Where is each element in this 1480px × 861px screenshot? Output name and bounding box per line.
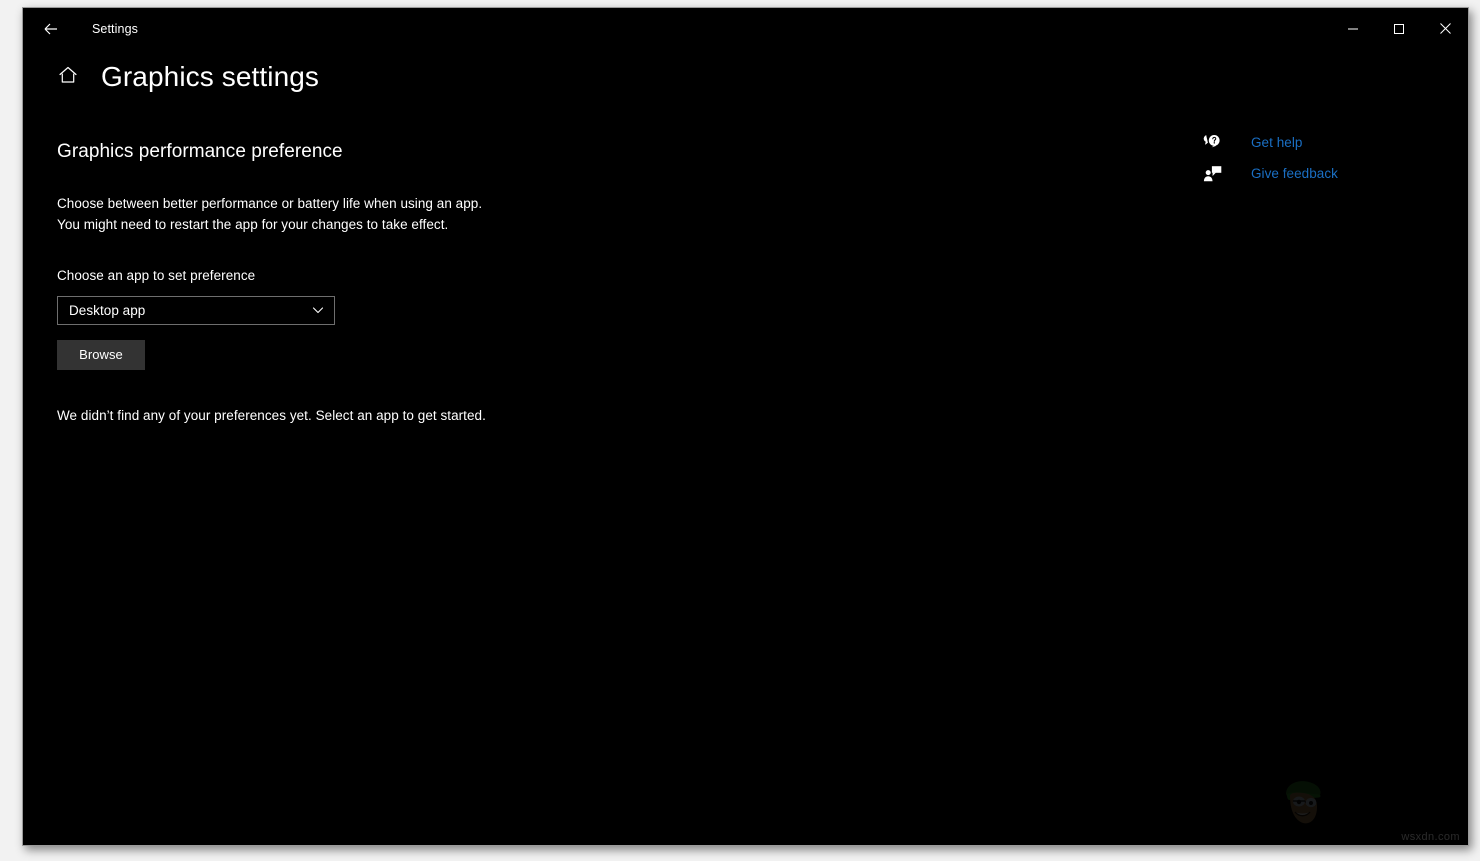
app-select-label: Choose an app to set preference bbox=[57, 267, 256, 283]
section-heading: Graphics performance preference bbox=[57, 141, 343, 162]
page-title: Graphics settings bbox=[101, 61, 320, 92]
title-bar: Settings bbox=[23, 8, 1468, 49]
close-icon bbox=[1439, 22, 1452, 35]
back-button[interactable] bbox=[28, 13, 74, 45]
window-title: Settings bbox=[92, 21, 138, 36]
give-feedback-link[interactable]: Give feedback bbox=[1203, 161, 1433, 186]
maximize-button[interactable] bbox=[1376, 8, 1422, 49]
face-with-green-cap-logo bbox=[1278, 776, 1330, 828]
chevron-down-icon bbox=[311, 303, 325, 317]
minimize-icon bbox=[1347, 23, 1359, 35]
home-icon bbox=[57, 64, 79, 91]
main-content: Graphics performance preference Choose b… bbox=[57, 140, 1037, 423]
description-line-2: You might need to restart the app for yo… bbox=[57, 216, 449, 232]
section-description: Choose between better performance or bat… bbox=[57, 193, 1037, 235]
minimize-button[interactable] bbox=[1330, 8, 1376, 49]
empty-state-message: We didn’t find any of your preferences y… bbox=[57, 407, 486, 423]
get-help-link[interactable]: Get help bbox=[1203, 130, 1433, 155]
settings-window: Settings Graphics settings Graphics perf… bbox=[22, 7, 1469, 846]
back-arrow-icon bbox=[41, 19, 61, 39]
caption-buttons bbox=[1330, 8, 1468, 49]
app-type-dropdown[interactable]: Desktop app bbox=[57, 295, 335, 325]
page-header: Graphics settings bbox=[23, 63, 319, 91]
close-button[interactable] bbox=[1422, 8, 1468, 49]
home-button[interactable] bbox=[47, 64, 89, 91]
desktop-background: Settings Graphics settings Graphics perf… bbox=[0, 0, 1480, 861]
maximize-icon bbox=[1393, 23, 1405, 35]
feedback-person-icon bbox=[1203, 165, 1229, 183]
description-line-1: Choose between better performance or bat… bbox=[57, 195, 483, 211]
give-feedback-label: Give feedback bbox=[1251, 166, 1338, 181]
browse-button[interactable]: Browse bbox=[57, 339, 145, 370]
right-rail: Get help Give feedback bbox=[1203, 130, 1433, 192]
get-help-label: Get help bbox=[1251, 135, 1303, 150]
watermark-text: wsxdn.com bbox=[1401, 831, 1460, 843]
app-type-dropdown-value: Desktop app bbox=[69, 302, 146, 318]
help-bubble-icon bbox=[1203, 134, 1229, 152]
